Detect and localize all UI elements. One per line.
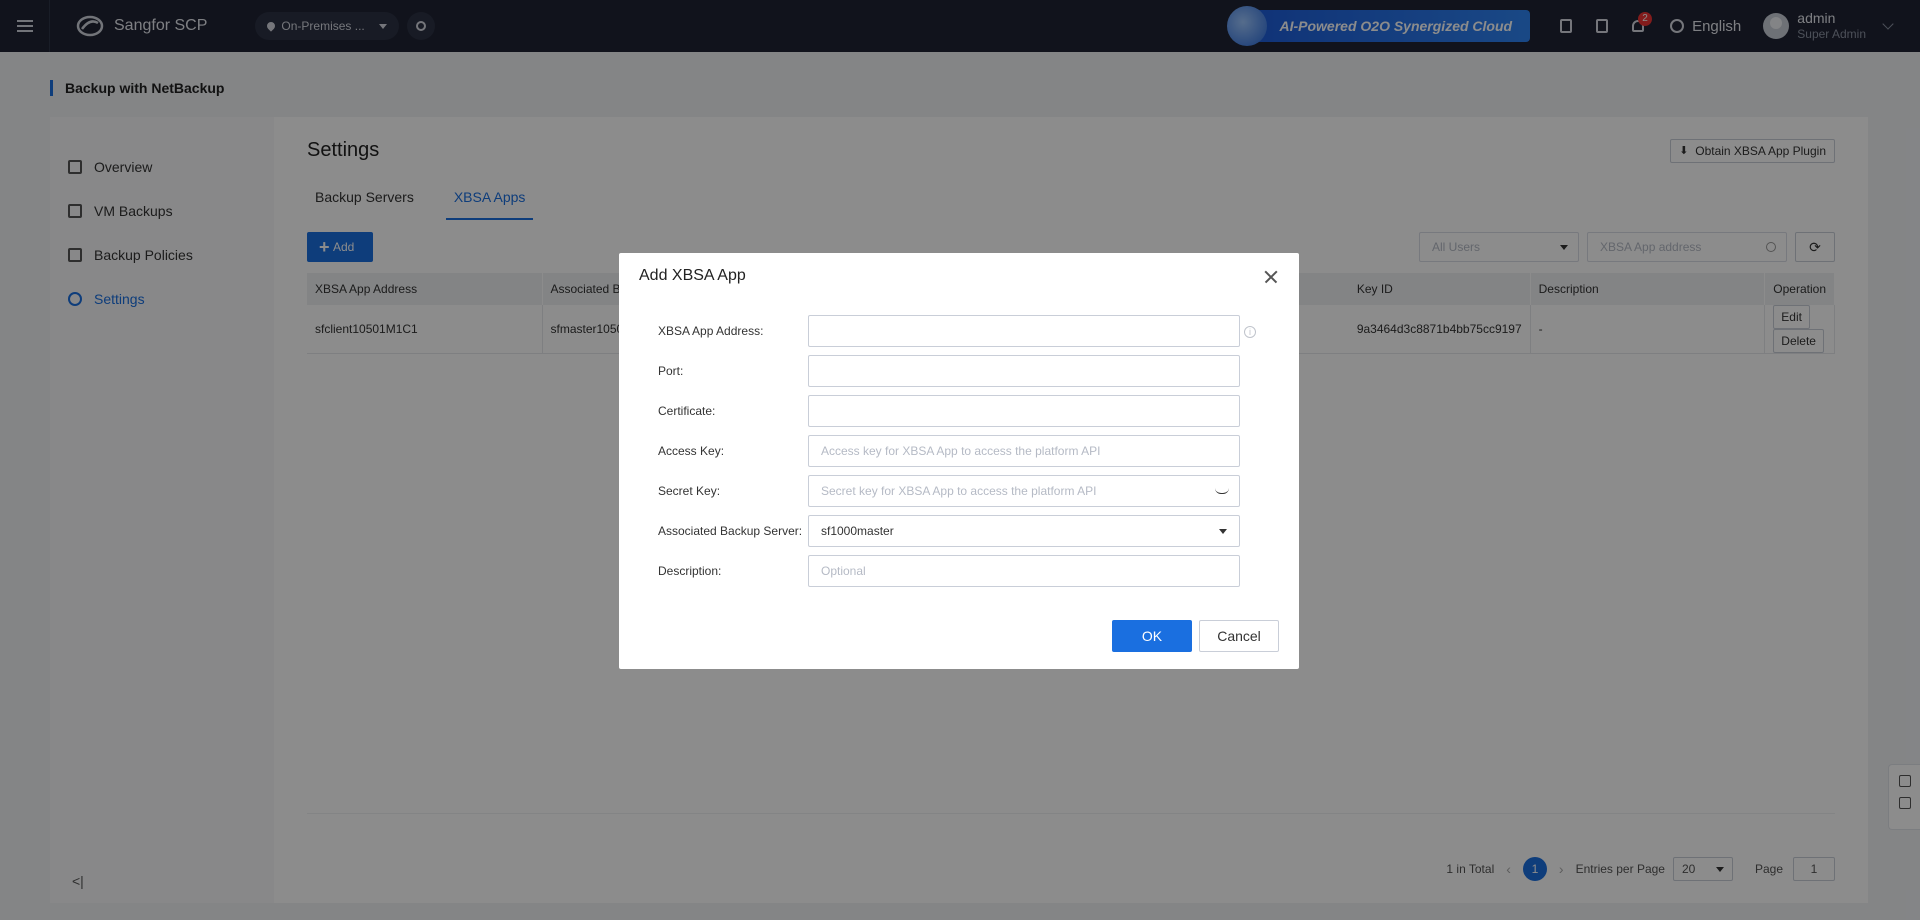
address-field[interactable] [808, 315, 1240, 347]
backup-server-value: sf1000master [821, 524, 894, 538]
form-row-certificate: Certificate: [658, 395, 1240, 427]
secret-key-placeholder: Secret key for XBSA App to access the pl… [821, 484, 1097, 498]
secret-key-label: Secret Key: [658, 484, 721, 498]
description-field[interactable]: Optional [808, 555, 1240, 587]
ok-button[interactable]: OK [1112, 620, 1192, 652]
secret-key-field[interactable]: Secret key for XBSA App to access the pl… [808, 475, 1240, 507]
chevron-down-icon [1219, 529, 1227, 538]
cancel-button[interactable]: Cancel [1199, 620, 1279, 652]
address-label: XBSA App Address: [658, 324, 764, 338]
info-icon[interactable]: i [1244, 326, 1256, 338]
eye-closed-icon[interactable] [1215, 488, 1229, 494]
add-xbsa-app-dialog: Add XBSA App XBSA App Address: i Port: C… [619, 253, 1299, 669]
description-label: Description: [658, 564, 722, 578]
certificate-label: Certificate: [658, 404, 716, 418]
dialog-title: Add XBSA App [639, 267, 746, 284]
close-icon[interactable] [1261, 267, 1281, 287]
port-field[interactable] [808, 355, 1240, 387]
access-key-field[interactable]: Access key for XBSA App to access the pl… [808, 435, 1240, 467]
form-row-secret-key: Secret Key: Secret key for XBSA App to a… [658, 475, 1240, 507]
access-key-label: Access Key: [658, 444, 725, 458]
port-label: Port: [658, 364, 684, 378]
form-row-backup-server: Associated Backup Server: sf1000master [658, 515, 1240, 547]
form-row-address: XBSA App Address: [658, 315, 1240, 347]
backup-server-select[interactable]: sf1000master [808, 515, 1240, 547]
form-row-access-key: Access Key: Access key for XBSA App to a… [658, 435, 1240, 467]
form-row-description: Description: Optional [658, 555, 1240, 587]
backup-server-label: Associated Backup Server: [658, 524, 803, 538]
form-row-port: Port: [658, 355, 1240, 387]
certificate-field[interactable] [808, 395, 1240, 427]
